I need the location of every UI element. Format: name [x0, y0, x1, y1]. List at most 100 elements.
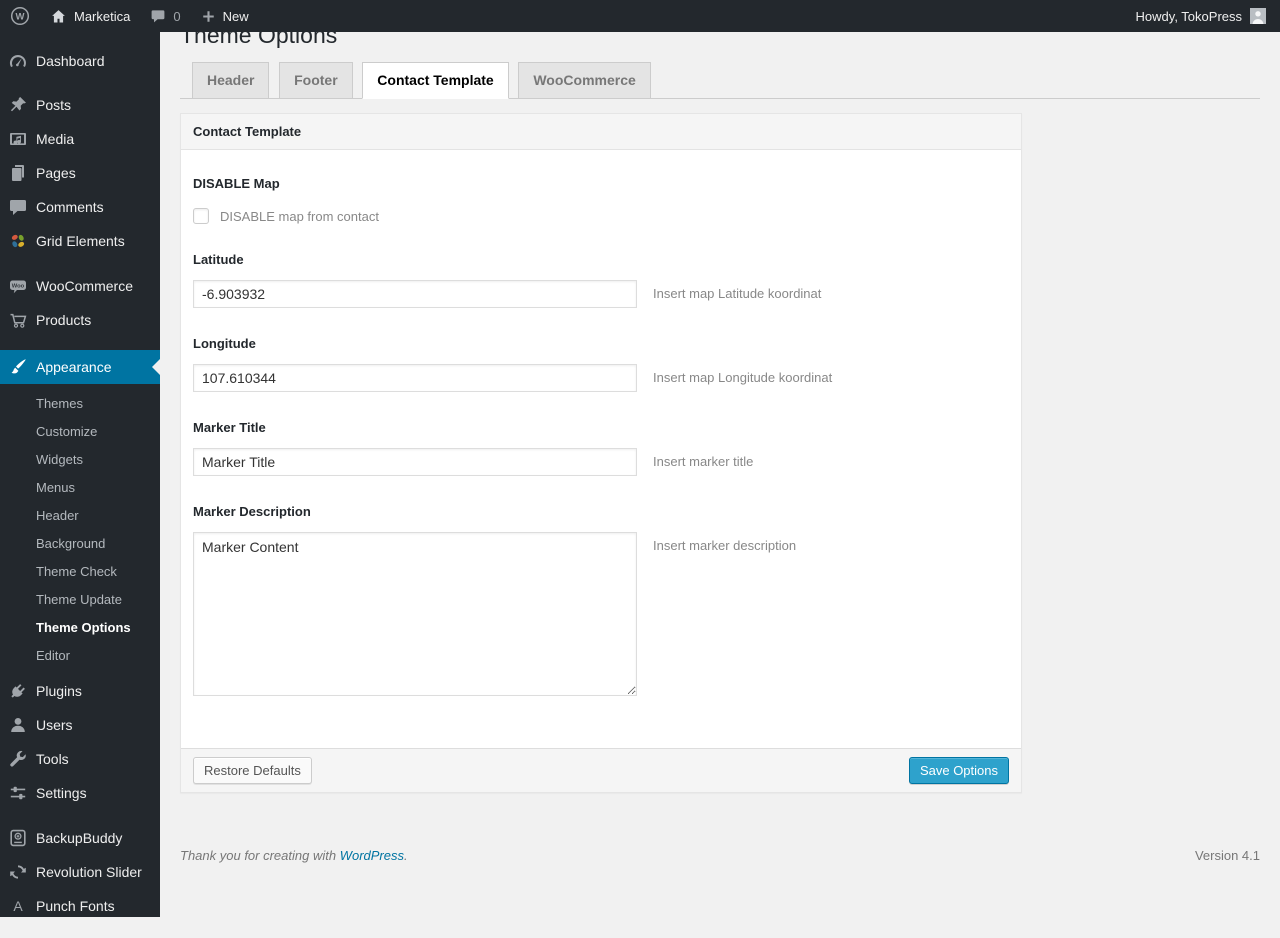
- sidebar-item-label: Appearance: [36, 359, 112, 375]
- marker-description-label: Marker Description: [193, 504, 311, 519]
- media-icon: [0, 129, 36, 149]
- comment-count: 0: [173, 8, 181, 24]
- latitude-label: Latitude: [193, 252, 244, 267]
- grid-elements-icon: [0, 231, 36, 251]
- latitude-hint: Insert map Latitude koordinat: [653, 286, 822, 301]
- sidebar-item-pages[interactable]: Pages: [0, 156, 160, 190]
- woocommerce-icon: Woo: [0, 276, 36, 296]
- howdy-label: Howdy, TokoPress: [1135, 8, 1242, 24]
- admin-bar: W Marketica 0 New Howdy, TokoPress: [0, 0, 1280, 32]
- save-options-button[interactable]: Save Options: [908, 757, 1009, 784]
- sidebar-item-posts[interactable]: Posts: [0, 88, 160, 122]
- cart-icon: [0, 310, 36, 330]
- sidebar-item-users[interactable]: Users: [0, 708, 160, 742]
- comments-icon: [0, 197, 36, 217]
- contact-template-panel: Contact Template DISABLE Map DISABLE map…: [180, 113, 1022, 793]
- svg-text:Woo: Woo: [12, 284, 25, 290]
- dashboard-icon: [0, 51, 36, 71]
- sidebar-subitem-customize[interactable]: Customize: [0, 418, 160, 446]
- account-menu-link[interactable]: Howdy, TokoPress: [1136, 8, 1280, 24]
- sidebar-subitem-theme-check[interactable]: Theme Check: [0, 558, 160, 586]
- tab-footer[interactable]: Footer: [279, 62, 353, 98]
- letter-a-icon: A: [0, 896, 36, 916]
- site-name-link[interactable]: Marketica: [40, 0, 140, 32]
- sidebar-item-label: Dashboard: [36, 53, 105, 69]
- sidebar-item-label: Plugins: [36, 683, 82, 699]
- wordpress-link[interactable]: WordPress: [340, 848, 404, 863]
- pin-icon: [0, 95, 36, 115]
- sidebar-item-label: Comments: [36, 199, 104, 215]
- tab-bar: Header Footer Contact Template WooCommer…: [180, 62, 1260, 99]
- restore-defaults-button[interactable]: Restore Defaults: [193, 757, 312, 784]
- sidebar-item-label: Media: [36, 131, 75, 147]
- latitude-input[interactable]: [193, 280, 637, 308]
- backup-icon: [0, 828, 36, 848]
- sidebar-item-label: Pages: [36, 165, 76, 181]
- footer-thanks-suffix: .: [404, 848, 408, 863]
- sidebar-item-comments[interactable]: Comments: [0, 190, 160, 224]
- sidebar-item-label: Users: [36, 717, 73, 733]
- appearance-submenu: Themes Customize Widgets Menus Header Ba…: [0, 384, 160, 674]
- wordpress-logo-button[interactable]: W: [0, 0, 40, 32]
- tab-woocommerce[interactable]: WooCommerce: [518, 62, 651, 98]
- sidebar-subitem-header[interactable]: Header: [0, 502, 160, 530]
- marker-description-textarea[interactable]: Marker Content: [193, 532, 637, 696]
- admin-sidebar: Dashboard Posts Media Pages Comments Gri…: [0, 32, 160, 917]
- brush-icon: [0, 357, 36, 377]
- marker-title-label: Marker Title: [193, 420, 266, 435]
- site-name-label: Marketica: [74, 8, 131, 24]
- version-label: Version 4.1: [1194, 848, 1260, 863]
- tab-header[interactable]: Header: [192, 62, 270, 98]
- sidebar-subitem-background[interactable]: Background: [0, 530, 160, 558]
- sidebar-subitem-theme-update[interactable]: Theme Update: [0, 586, 160, 614]
- sidebar-subitem-theme-options[interactable]: Theme Options: [0, 614, 160, 642]
- longitude-input[interactable]: [193, 364, 637, 392]
- sidebar-item-dashboard[interactable]: Dashboard: [0, 44, 160, 78]
- sidebar-subitem-widgets[interactable]: Widgets: [0, 446, 160, 474]
- sidebar-subitem-editor[interactable]: Editor: [0, 642, 160, 670]
- sidebar-item-label: Revolution Slider: [36, 864, 142, 880]
- panel-title: Contact Template: [181, 114, 1021, 150]
- admin-footer: Thank you for creating with WordPress. V…: [180, 848, 1260, 863]
- sidebar-item-media[interactable]: Media: [0, 122, 160, 156]
- sidebar-subitem-themes[interactable]: Themes: [0, 390, 160, 418]
- svg-text:A: A: [13, 898, 23, 914]
- sidebar-item-label: WooCommerce: [36, 278, 133, 294]
- sidebar-item-label: Products: [36, 312, 92, 328]
- disable-map-checkbox-label: DISABLE map from contact: [220, 208, 379, 224]
- home-icon: [50, 8, 67, 25]
- sidebar-item-settings[interactable]: Settings: [0, 776, 160, 810]
- sidebar-item-plugins[interactable]: Plugins: [0, 674, 160, 708]
- new-label: New: [222, 8, 249, 24]
- sidebar-item-tools[interactable]: Tools: [0, 742, 160, 776]
- marker-title-input[interactable]: [193, 448, 637, 476]
- sidebar-item-appearance[interactable]: Appearance: [0, 350, 160, 384]
- sidebar-item-label: BackupBuddy: [36, 830, 123, 846]
- sidebar-item-label: Tools: [36, 751, 69, 767]
- sidebar-item-revolution-slider[interactable]: Revolution Slider: [0, 855, 160, 889]
- sidebar-item-grid-elements[interactable]: Grid Elements: [0, 224, 160, 258]
- cycle-icon: [0, 862, 36, 882]
- comments-counter-link[interactable]: 0: [140, 0, 190, 32]
- sidebar-item-label: Posts: [36, 97, 72, 113]
- tab-contact-template[interactable]: Contact Template: [362, 62, 509, 99]
- sidebar-item-backupbuddy[interactable]: BackupBuddy: [0, 821, 160, 855]
- new-content-button[interactable]: New: [191, 0, 259, 32]
- plugin-icon: [0, 681, 36, 701]
- sidebar-item-label: Punch Fonts: [36, 898, 115, 914]
- longitude-hint: Insert map Longitude koordinat: [653, 370, 833, 385]
- footer-thanks-prefix: Thank you for creating with: [180, 848, 340, 863]
- disable-map-checkbox[interactable]: [193, 208, 209, 224]
- marker-title-hint: Insert marker title: [653, 454, 754, 469]
- sidebar-item-woocommerce[interactable]: Woo WooCommerce: [0, 269, 160, 303]
- sidebar-item-products[interactable]: Products: [0, 303, 160, 337]
- wordpress-logo-icon: W: [10, 6, 30, 26]
- comment-bubble-icon: [150, 8, 166, 24]
- sidebar-item-label: Grid Elements: [36, 233, 125, 249]
- main-content: Theme Options Header Footer Contact Temp…: [160, 21, 1280, 863]
- plus-icon: [201, 9, 216, 24]
- current-menu-arrow-icon: [152, 359, 160, 375]
- pages-icon: [0, 163, 36, 183]
- sidebar-subitem-menus[interactable]: Menus: [0, 474, 160, 502]
- svg-text:W: W: [16, 12, 25, 23]
